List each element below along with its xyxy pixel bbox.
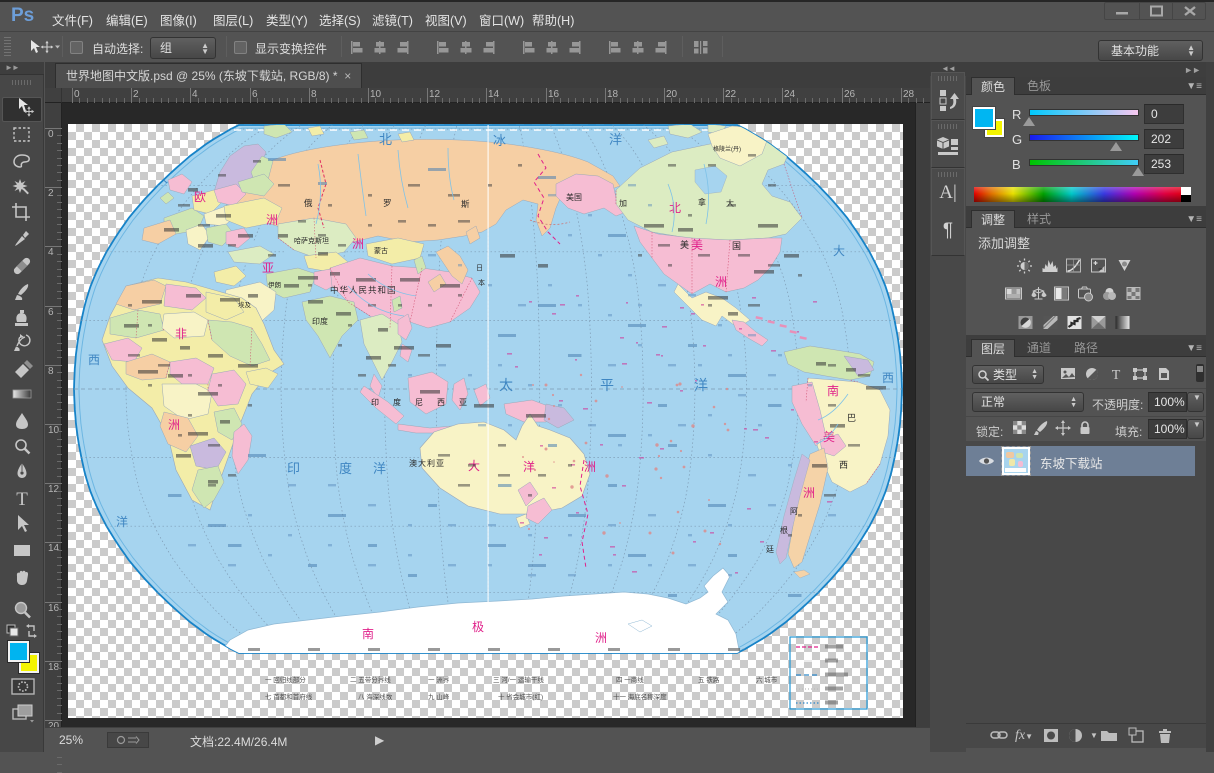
svg-text:拿: 拿 <box>698 197 706 207</box>
svg-text:洲: 洲 <box>715 275 727 289</box>
svg-text:加: 加 <box>619 198 627 208</box>
svg-text:澳大利亚: 澳大利亚 <box>409 458 445 468</box>
svg-text:大: 大 <box>833 244 845 258</box>
svg-text:七 首都和首府线: 七 首都和首府线 <box>265 692 313 701</box>
svg-text:阿: 阿 <box>790 507 798 516</box>
svg-text:西: 西 <box>839 460 848 470</box>
svg-text:四 一商线: 四 一商线 <box>616 675 644 684</box>
svg-text:一 回归线部分: 一 回归线部分 <box>265 675 306 684</box>
svg-text:日: 日 <box>476 264 483 272</box>
svg-text:尼: 尼 <box>415 398 423 407</box>
svg-text:洲: 洲 <box>168 418 180 432</box>
svg-text:洋: 洋 <box>523 459 535 474</box>
svg-text:根: 根 <box>780 525 788 535</box>
svg-text:十 省会城市(红): 十 省会城市(红) <box>498 692 543 701</box>
svg-text:非: 非 <box>175 327 187 341</box>
svg-text:西: 西 <box>882 371 894 385</box>
svg-text:西: 西 <box>88 353 100 367</box>
svg-text:冰: 冰 <box>493 133 506 148</box>
svg-text:印度: 印度 <box>312 316 328 326</box>
svg-text:北: 北 <box>669 201 681 215</box>
svg-text:度: 度 <box>339 461 352 476</box>
svg-text:洲: 洲 <box>803 486 815 500</box>
svg-text:西: 西 <box>437 398 445 407</box>
svg-text:蒙古: 蒙古 <box>374 246 388 255</box>
svg-text:格陵兰(丹): 格陵兰(丹) <box>713 145 741 153</box>
svg-text:洋: 洋 <box>116 514 128 529</box>
svg-text:美: 美 <box>691 238 703 252</box>
svg-text:哈萨克斯坦: 哈萨克斯坦 <box>294 236 329 245</box>
svg-text:五 铁路: 五 铁路 <box>698 675 720 684</box>
svg-text:巴: 巴 <box>847 413 856 423</box>
svg-text:南: 南 <box>362 626 374 641</box>
svg-text:六 城市: 六 城市 <box>756 675 778 684</box>
svg-text:洋: 洋 <box>373 461 386 476</box>
svg-text:伊朗: 伊朗 <box>268 280 281 289</box>
svg-text:埃及: 埃及 <box>238 300 252 309</box>
svg-text:二 五带分界线: 二 五带分界线 <box>350 675 391 684</box>
svg-text:洲: 洲 <box>595 631 607 645</box>
svg-text:平: 平 <box>600 377 614 393</box>
svg-text:极: 极 <box>472 620 484 634</box>
svg-text:俄: 俄 <box>304 198 313 208</box>
svg-text:太: 太 <box>499 377 513 393</box>
svg-text:北: 北 <box>379 132 392 147</box>
svg-text:洲: 洲 <box>352 237 364 251</box>
svg-text:本: 本 <box>478 278 485 287</box>
svg-text:廷: 廷 <box>766 544 774 554</box>
svg-text:洋: 洋 <box>609 132 622 147</box>
svg-text:八 海深线数: 八 海深线数 <box>358 692 393 701</box>
svg-text:印: 印 <box>287 461 300 476</box>
svg-text:洲: 洲 <box>584 460 596 474</box>
svg-text:美国: 美国 <box>566 192 582 202</box>
svg-text:洋: 洋 <box>694 377 708 393</box>
svg-text:亚: 亚 <box>459 398 467 407</box>
svg-text:T: T <box>1112 368 1121 382</box>
svg-text:亚: 亚 <box>262 261 274 275</box>
svg-text:T: T <box>16 489 28 510</box>
svg-text:一 洲界: 一 洲界 <box>428 676 450 684</box>
svg-text:罗: 罗 <box>383 198 392 208</box>
svg-text:美: 美 <box>680 239 689 250</box>
svg-text:印: 印 <box>371 398 379 407</box>
svg-text:斯: 斯 <box>461 199 470 209</box>
svg-text:美: 美 <box>823 430 835 444</box>
svg-text:洲: 洲 <box>266 213 278 227</box>
svg-text:国: 国 <box>732 241 741 251</box>
svg-text:度: 度 <box>393 397 401 407</box>
svg-text:欧: 欧 <box>194 190 206 204</box>
svg-text:九 山峰: 九 山峰 <box>428 692 450 701</box>
svg-text:南: 南 <box>827 383 839 398</box>
svg-text:大: 大 <box>156 171 168 185</box>
svg-text:十一 海底名称深度: 十一 海底名称深度 <box>613 692 667 701</box>
svg-text:三 河/一 运输干线: 三 河/一 运输干线 <box>493 675 544 684</box>
